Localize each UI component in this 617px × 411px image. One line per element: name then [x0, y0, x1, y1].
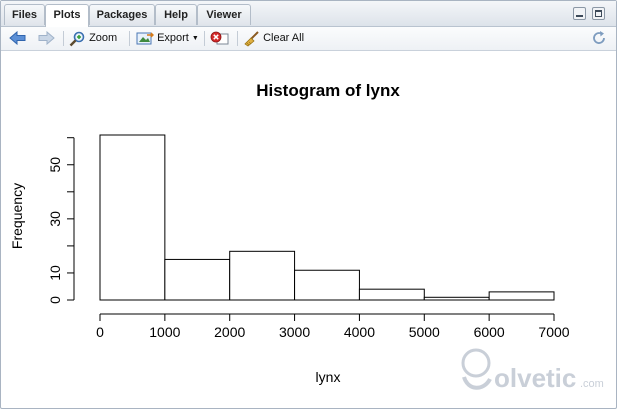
tab-files[interactable]: Files [4, 4, 45, 25]
y-tick-label-0: 0 [47, 296, 63, 304]
maximize-pane-button[interactable] [592, 7, 605, 20]
export-menu-button[interactable]: Export ▼ [136, 29, 199, 48]
histogram-bar-2 [229, 250, 296, 301]
histogram-bar-4 [358, 288, 425, 301]
histogram-bar-6 [488, 291, 555, 301]
caret-down-icon: ▼ [191, 35, 199, 42]
zoom-label: Zoom [89, 32, 118, 44]
zoom-button[interactable]: Zoom [69, 29, 117, 48]
pane-tab-bar: Files Plots Packages Help Viewer [1, 1, 616, 27]
zoom-magnifier-icon [69, 31, 85, 46]
histogram-bar-3 [294, 269, 360, 301]
histogram-bar-1 [164, 258, 231, 301]
x-tick-label-0: 0 [96, 324, 104, 340]
tab-plots[interactable]: Plots [45, 4, 89, 27]
previous-plot-button[interactable] [9, 29, 27, 48]
plots-toolbar: Zoom Export ▼ Clear All [1, 27, 616, 51]
tab-packages[interactable]: Packages [89, 4, 155, 25]
histogram-bar-5 [423, 296, 490, 301]
y-axis-label: Frequency [9, 183, 25, 249]
x-tick-label-7: 7000 [538, 324, 569, 340]
remove-plot-button[interactable] [210, 29, 230, 48]
x-tick-label-6: 6000 [474, 324, 505, 340]
histogram-bars [99, 134, 555, 301]
clear-all-button[interactable]: Clear All [243, 29, 304, 48]
tab-help[interactable]: Help [155, 4, 197, 25]
tab-viewer[interactable]: Viewer [197, 4, 251, 25]
minimize-pane-button[interactable] [573, 7, 586, 20]
histogram-bar-0 [99, 134, 166, 301]
watermark-suffix: .com [580, 378, 604, 390]
clear-all-label: Clear All [263, 32, 305, 44]
x-tick-label-1: 1000 [149, 324, 180, 340]
remove-plot-icon [210, 31, 229, 45]
refresh-icon [593, 31, 605, 44]
refresh-plot-button[interactable] [591, 29, 607, 48]
x-tick-label-4: 4000 [344, 324, 375, 340]
x-tick-label-3: 3000 [279, 324, 310, 340]
export-image-icon [136, 32, 154, 45]
y-tick-label-1: 10 [47, 265, 63, 281]
watermark-text: olvetic [494, 363, 576, 393]
broom-icon [244, 30, 259, 46]
next-plot-button[interactable] [37, 29, 55, 48]
arrow-left-icon [9, 31, 26, 46]
solvetic-logo-icon: olvetic .com [461, 348, 604, 393]
y-tick-label-3: 50 [47, 157, 63, 173]
y-axis: 0 10 30 50 [47, 137, 75, 304]
export-label: Export [157, 32, 189, 44]
chart-title: Histogram of lynx [256, 81, 400, 100]
x-axis-label: lynx [316, 369, 341, 385]
x-axis: 0 1000 2000 3000 4000 5000 6000 7000 [96, 313, 570, 340]
x-tick-label-5: 5000 [409, 324, 440, 340]
solvetic-watermark: olvetic .com [456, 343, 616, 405]
arrow-right-icon [38, 31, 55, 46]
x-tick-label-2: 2000 [214, 324, 245, 340]
plots-pane: Files Plots Packages Help Viewer Zoom Ex… [0, 0, 617, 409]
y-tick-label-2: 30 [47, 211, 63, 227]
